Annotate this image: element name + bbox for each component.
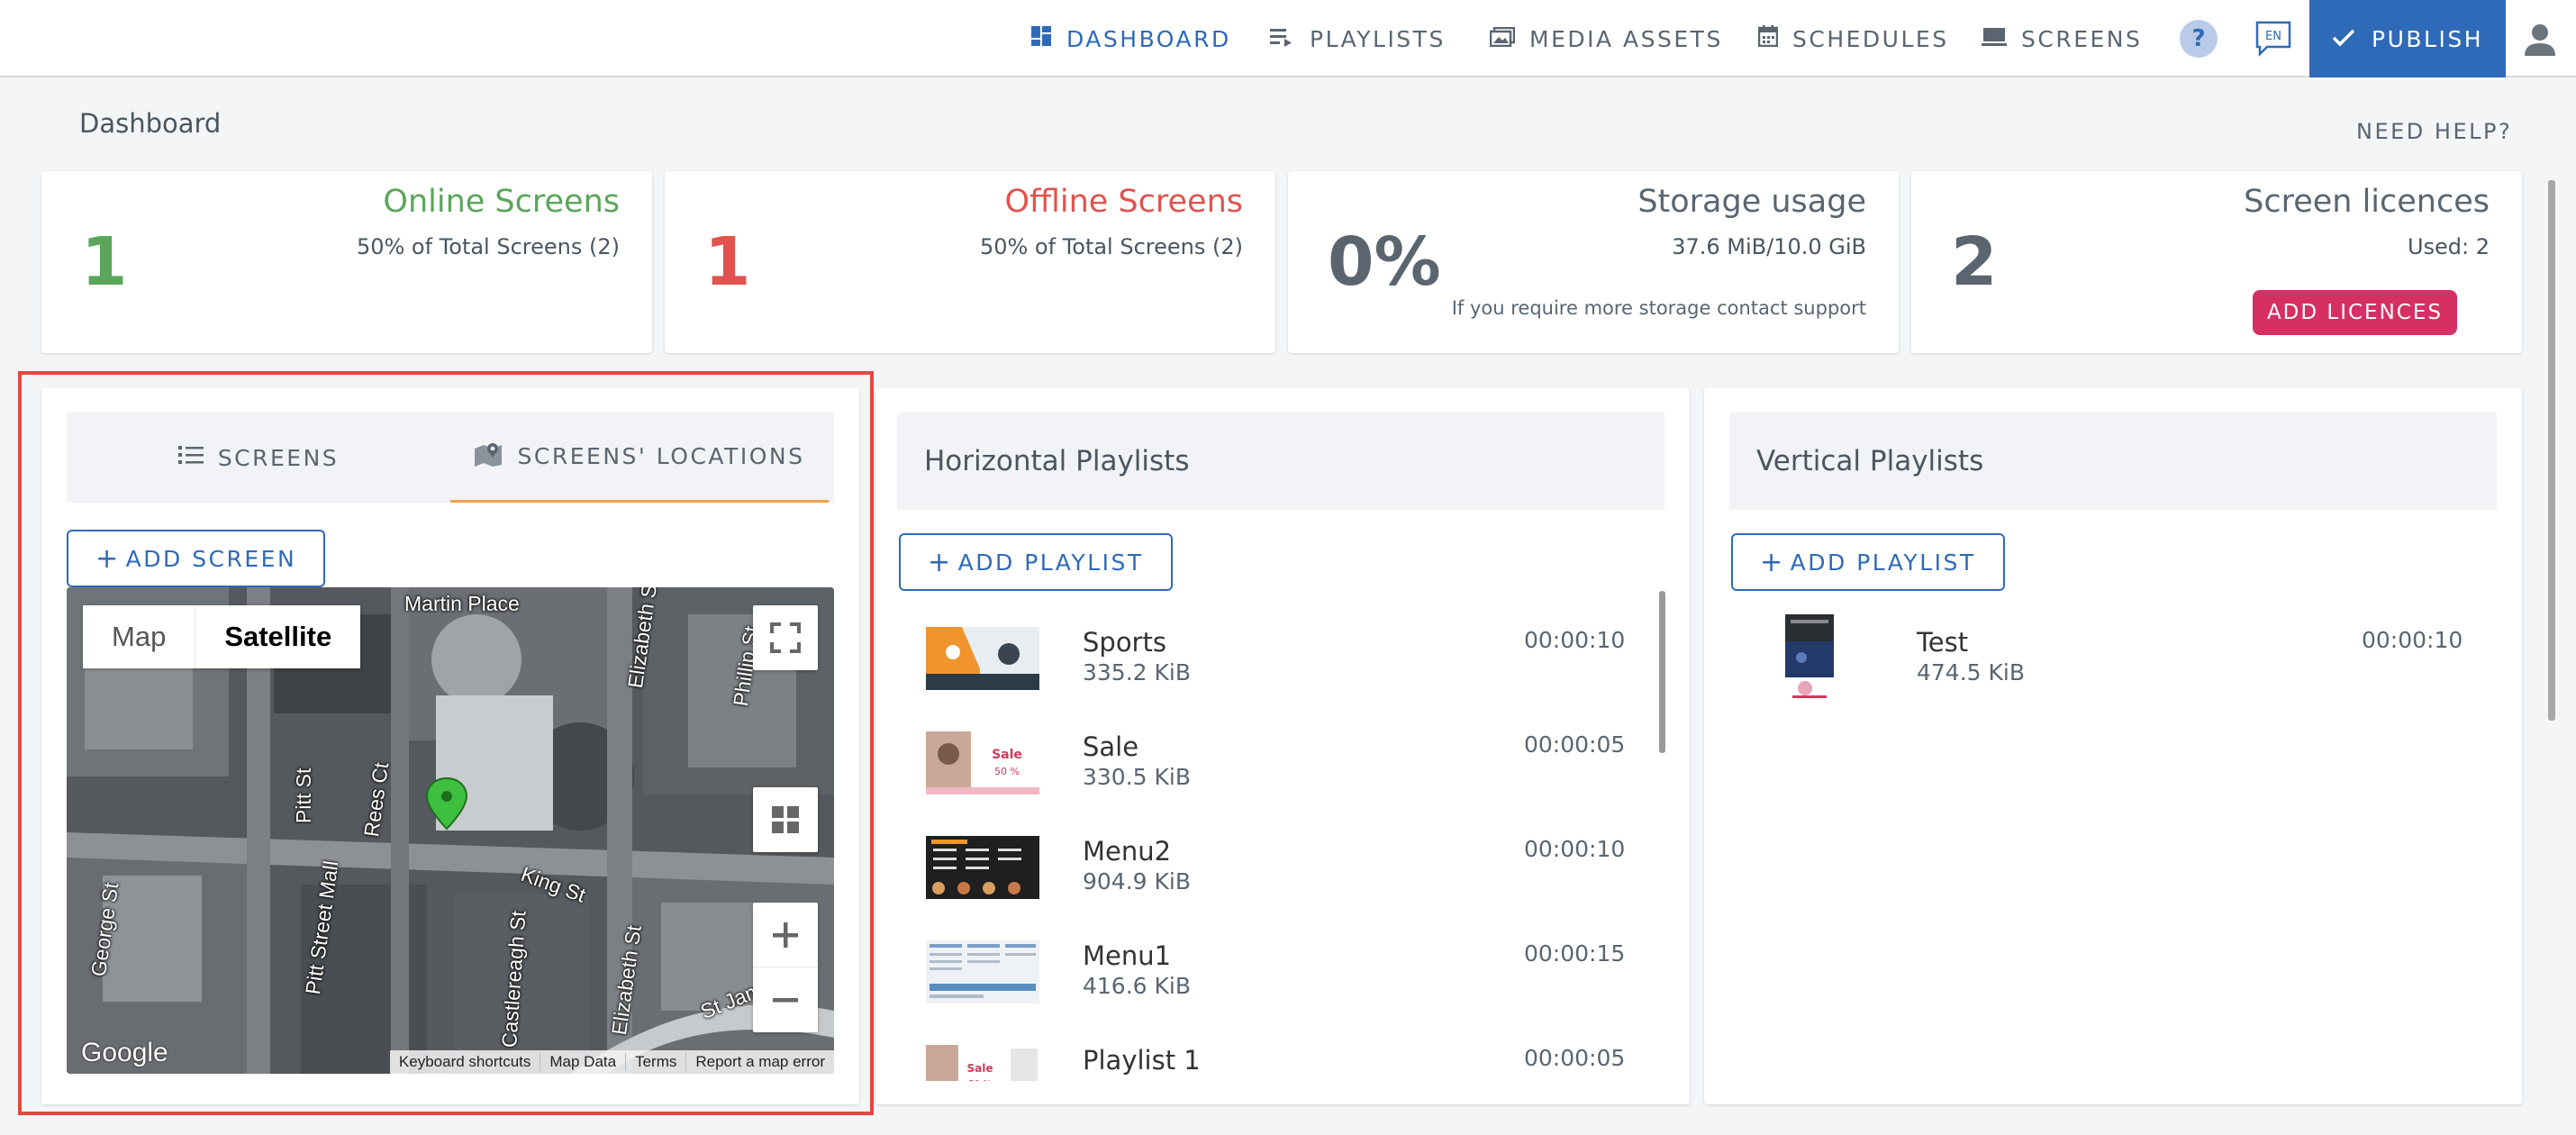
calendar-icon: [1757, 25, 1779, 52]
playlist-size: 416.6 KiB: [1083, 973, 1192, 999]
storage-usage-sub: 37.6 MiB/10.0 GiB: [1672, 234, 1866, 259]
add-playlist-label: ADD PLAYLIST: [957, 549, 1144, 576]
playlist-size: 474.5 KiB: [1917, 659, 2026, 686]
playlist-name: Sale: [1083, 731, 1139, 762]
playlist-item[interactable]: Test 474.5 KiB 00:00:10: [1785, 614, 2463, 704]
playlist-duration: 00:00:10: [1524, 836, 1626, 862]
screen-licences-title: Screen licences: [2244, 184, 2490, 220]
playlist-name: Menu2: [1083, 836, 1172, 867]
nav-screens-label: SCREENS: [2021, 25, 2143, 52]
online-screens-title: Online Screens: [383, 184, 620, 220]
language-button[interactable]: EN: [2254, 20, 2292, 58]
horizontal-playlists-title: Horizontal Playlists: [897, 413, 1664, 510]
offline-screens-card: 1 Offline Screens 50% of Total Screens (…: [665, 171, 1275, 353]
svg-text:Sale: Sale: [967, 1062, 993, 1075]
storage-support-note: If you require more storage contact supp…: [1451, 297, 1866, 319]
playlist-size: 335.2 KiB: [1083, 659, 1192, 686]
page-scrollbar[interactable]: [2548, 180, 2555, 721]
screen-licences-card: 2 Screen licences Used: 2 ADD LICENCES: [1911, 171, 2522, 353]
playlist-item[interactable]: Sale 50 % Sale 330.5 KiB 00:00:05: [926, 731, 1628, 822]
online-screens-sub: 50% of Total Screens (2): [356, 234, 620, 259]
nav-dashboard-label: DASHBOARD: [1066, 25, 1231, 52]
horizontal-playlist-list: Sports 335.2 KiB 00:00:10 Sale 50 % Sale …: [897, 613, 1664, 1081]
top-navigation-bar: DASHBOARD PLAYLISTS MEDIA ASSETS SCHEDUL…: [0, 0, 2576, 77]
offline-screens-sub: 50% of Total Screens (2): [979, 234, 1243, 259]
playlist-name: Menu1: [1083, 940, 1172, 971]
playlist-name: Sports: [1083, 627, 1166, 658]
playlist-item[interactable]: Menu2 904.9 KiB 00:00:10: [926, 836, 1628, 926]
playlist-thumbnail: [926, 836, 1039, 899]
playlist-duration: 00:00:10: [2362, 627, 2463, 653]
publish-button[interactable]: PUBLISH: [2309, 0, 2506, 77]
need-help-link[interactable]: NEED HELP?: [2356, 119, 2512, 144]
publish-label: PUBLISH: [2372, 25, 2483, 52]
nav-dashboard[interactable]: DASHBOARD: [1030, 0, 1231, 77]
add-horizontal-playlist-button[interactable]: + ADD PLAYLIST: [899, 533, 1173, 591]
svg-text:50 %: 50 %: [968, 1079, 991, 1081]
playlist-icon: [1270, 26, 1295, 52]
nav-playlists-label: PLAYLISTS: [1310, 25, 1446, 52]
offline-screens-title: Offline Screens: [1004, 184, 1243, 220]
page-title: Dashboard: [79, 108, 222, 139]
nav-schedules-label: SCHEDULES: [1792, 25, 1949, 52]
media-assets-icon: [1489, 26, 1516, 52]
add-playlist-label: ADD PLAYLIST: [1790, 549, 1976, 576]
monitor-icon: [1982, 26, 2007, 52]
nav-media-assets[interactable]: MEDIA ASSETS: [1489, 0, 1723, 77]
storage-usage-card: 0% Storage usage 37.6 MiB/10.0 GiB If yo…: [1288, 171, 1899, 353]
playlist-size: 904.9 KiB: [1083, 868, 1192, 894]
playlist-duration: 00:00:05: [1524, 1045, 1626, 1071]
online-screens-count: 1: [81, 223, 128, 301]
add-vertical-playlist-button[interactable]: + ADD PLAYLIST: [1731, 533, 2005, 591]
playlist-thumbnail: Sale 50 %: [926, 731, 1039, 794]
playlist-duration: 00:00:10: [1524, 627, 1626, 653]
nav-screens[interactable]: SCREENS: [1982, 0, 2142, 77]
playlist-item[interactable]: Sports 335.2 KiB 00:00:10: [926, 627, 1628, 717]
playlist-name: Test: [1917, 627, 1969, 658]
language-label: EN: [2265, 30, 2281, 43]
online-screens-card: 1 Online Screens 50% of Total Screens (2…: [41, 171, 652, 353]
playlist-item[interactable]: Sale 50 % Playlist 1 00:00:05: [926, 1045, 1628, 1081]
playlist-duration: 00:00:05: [1524, 731, 1626, 758]
storage-usage-percent: 0%: [1328, 223, 1441, 301]
playlist-thumbnail: [926, 940, 1039, 1003]
plus-icon: +: [928, 546, 953, 578]
vertical-playlists-title: Vertical Playlists: [1729, 413, 2497, 510]
help-button[interactable]: ?: [2180, 20, 2218, 58]
nav-playlists[interactable]: PLAYLISTS: [1270, 0, 1446, 77]
svg-text:50 %: 50 %: [994, 766, 1020, 777]
horizontal-playlists-scrollbar[interactable]: [1659, 591, 1665, 753]
playlist-thumbnail: Sale 50 %: [926, 1045, 1039, 1081]
selection-highlight: [18, 371, 874, 1115]
plus-icon: +: [1760, 546, 1785, 578]
screen-licences-count: 2: [1951, 223, 1998, 301]
help-icon: ?: [2191, 25, 2206, 52]
offline-screens-count: 1: [704, 223, 751, 301]
nav-media-assets-label: MEDIA ASSETS: [1529, 25, 1723, 52]
playlist-duration: 00:00:15: [1524, 940, 1626, 967]
check-icon: [2332, 26, 2355, 52]
playlist-size: 330.5 KiB: [1083, 764, 1192, 790]
add-licences-button[interactable]: ADD LICENCES: [2252, 290, 2457, 335]
playlist-item[interactable]: Menu1 416.6 KiB 00:00:15: [926, 940, 1628, 1031]
playlist-name: Playlist 1: [1083, 1045, 1201, 1076]
user-account-button[interactable]: [2522, 22, 2558, 58]
playlist-thumbnail: [1785, 614, 1834, 701]
dashboard-icon: [1030, 25, 1052, 52]
nav-schedules[interactable]: SCHEDULES: [1757, 0, 1949, 77]
chat-bubble-icon: EN: [2255, 21, 2291, 58]
playlist-thumbnail: [926, 627, 1039, 690]
user-icon: [2525, 24, 2555, 56]
storage-usage-title: Storage usage: [1637, 184, 1866, 220]
screen-licences-used: Used: 2: [2407, 234, 2490, 259]
svg-text:Sale: Sale: [992, 748, 1022, 762]
